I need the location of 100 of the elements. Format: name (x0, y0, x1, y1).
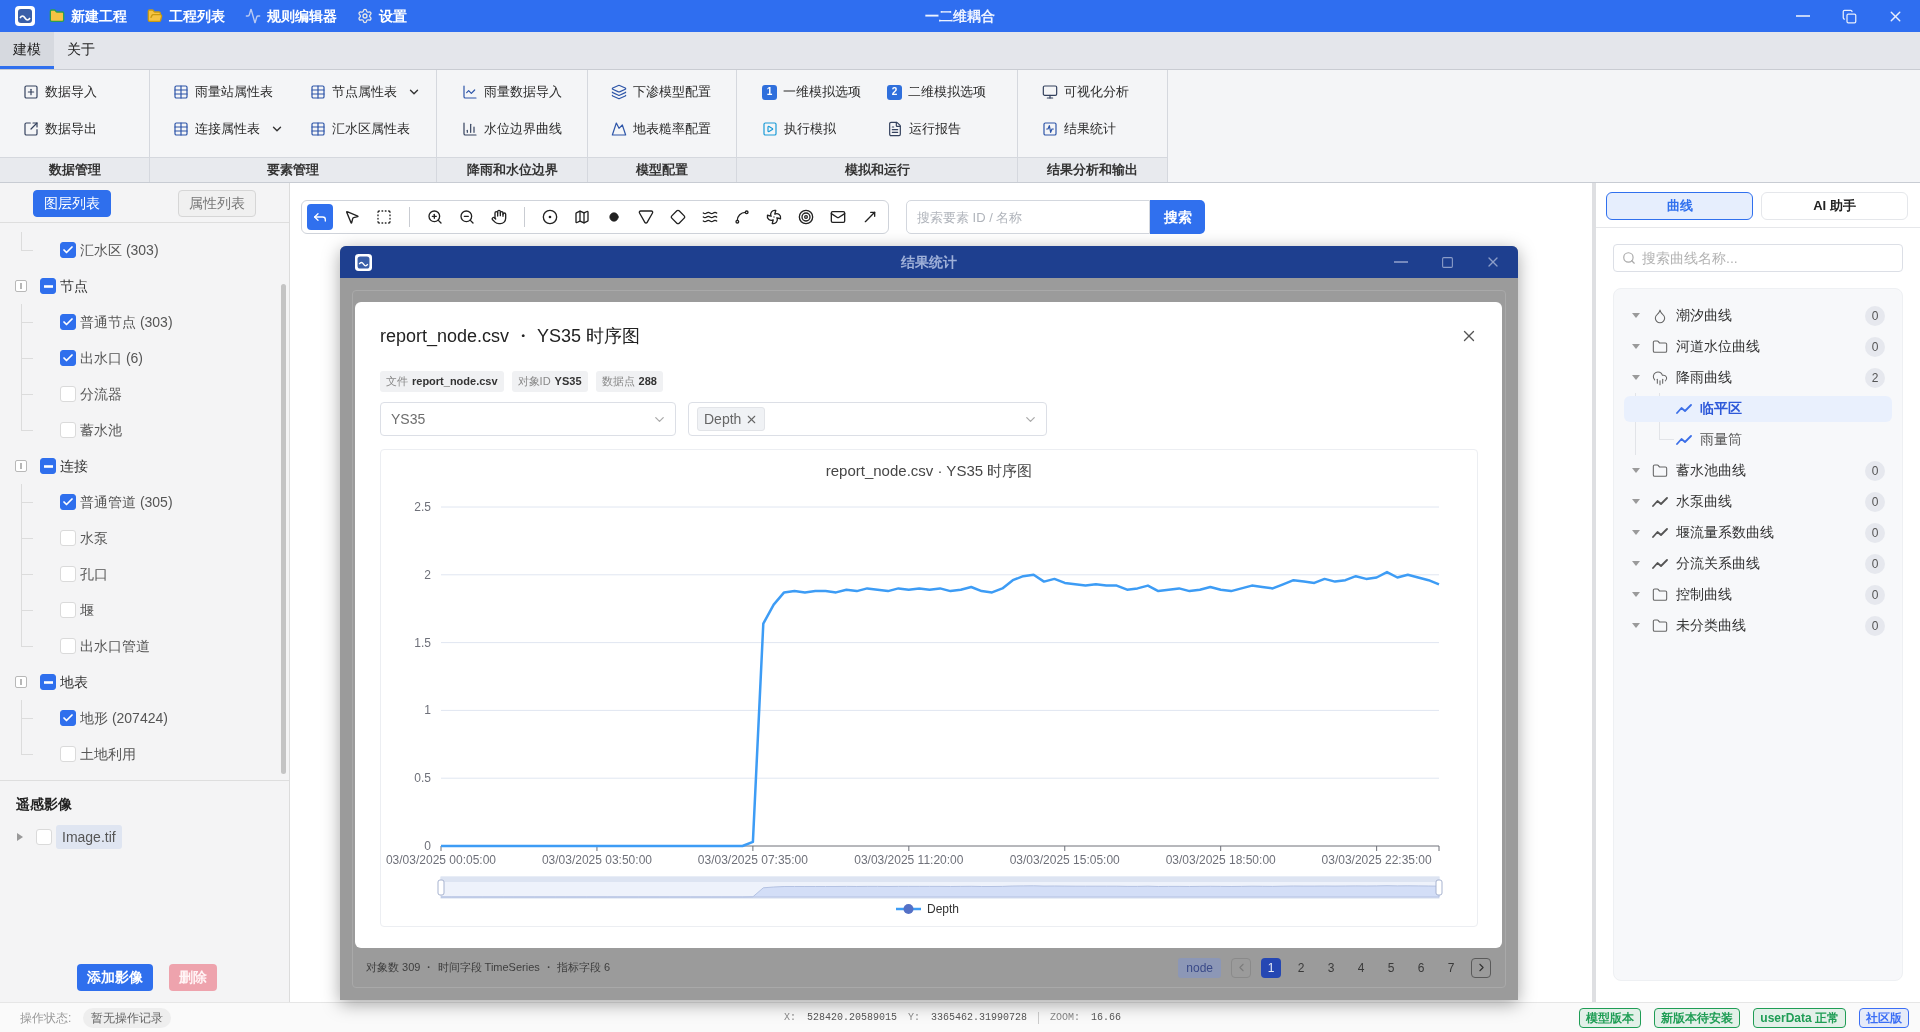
search-field[interactable]: 搜索曲线名称... (1613, 244, 1903, 272)
diamond-icon (670, 209, 686, 225)
axis-label: 0 (424, 839, 431, 853)
check-icon (62, 352, 74, 364)
menu-button[interactable]: 新建工程 (49, 5, 127, 27)
meta-value: report_node.csv (412, 374, 498, 390)
minus-icon (43, 680, 53, 684)
pulse-square-icon (1042, 121, 1058, 137)
checkbox[interactable] (40, 278, 56, 294)
ribbon-button[interactable]: 2 二维模拟选项 (887, 78, 986, 106)
ribbon-group-title: 结果分析和输出 (1018, 157, 1167, 182)
menu-button[interactable]: 工程列表 (147, 5, 225, 27)
curve-group[interactable]: 堰流量系数曲线 0 (1614, 517, 1902, 548)
checkbox[interactable] (40, 458, 56, 474)
curve-group[interactable]: 未分类曲线 0 (1614, 610, 1902, 641)
ribbon-button[interactable]: 下渗模型配置 (611, 78, 711, 106)
checkbox[interactable] (60, 350, 76, 366)
ribbon-button[interactable]: 可视化分析 (1042, 78, 1129, 106)
caret-down-icon (1632, 468, 1640, 473)
checkbox[interactable] (60, 494, 76, 510)
caret-down-icon (1632, 499, 1640, 504)
ribbon-button[interactable]: 雨量站属性表 (173, 78, 284, 106)
restore-icon (1841, 8, 1857, 24)
tree-toggle-icon[interactable] (15, 280, 27, 292)
menu-tab[interactable]: 建模 (0, 32, 54, 69)
page-button[interactable]: 5 (1381, 957, 1401, 978)
panel-tab[interactable]: 曲线 (1606, 192, 1753, 220)
window-title: 结果统计 (901, 252, 957, 272)
caret-right-icon[interactable] (17, 833, 23, 841)
summary-text: 对象数 309 ・ 时间字段 TimeSeries ・ 指标字段 6 (366, 960, 611, 976)
ribbon-button[interactable]: 结果统计 (1042, 115, 1129, 143)
curve-group[interactable]: 蓄水池曲线 0 (1614, 455, 1902, 486)
data-zoom-slider[interactable] (437, 876, 1443, 899)
object-select[interactable]: YS35 (380, 402, 676, 436)
page-button[interactable]: 3 (1321, 957, 1341, 978)
status-tag: 社区版 (1859, 1007, 1909, 1028)
ribbon-button[interactable]: 地表糙率配置 (611, 115, 711, 143)
item-count: 0 (1865, 553, 1885, 574)
ribbon-button[interactable]: 水位边界曲线 (462, 115, 562, 143)
panel-tab[interactable]: 图层列表 (33, 190, 112, 217)
curve-group[interactable]: 河道水位曲线 0 (1614, 331, 1902, 362)
checkbox[interactable] (60, 242, 76, 258)
mountain-icon (611, 121, 627, 137)
ribbon-button[interactable]: 1 一维模拟选项 (762, 78, 861, 106)
ribbon-button[interactable]: 雨量数据导入 (462, 78, 562, 106)
ribbon-button[interactable]: 汇水区属性表 (310, 115, 421, 143)
caret-down-icon (1632, 623, 1640, 628)
add-button[interactable]: 添加影像 (76, 964, 153, 991)
ribbon-button[interactable]: 执行模拟 (762, 115, 861, 143)
menu-button[interactable]: 规则编辑器 (245, 5, 337, 27)
ribbon-button[interactable]: 数据导入 (23, 78, 97, 106)
trend-line-icon (1652, 496, 1668, 507)
page-button[interactable]: 4 (1351, 957, 1371, 978)
ribbon-button[interactable]: 数据导出 (23, 115, 97, 143)
search-button[interactable]: 搜索 (1150, 200, 1205, 234)
settings-icon (357, 8, 373, 24)
checkbox[interactable] (60, 710, 76, 726)
curve-group[interactable]: 分流关系曲线 0 (1614, 548, 1902, 579)
folder-icon (1652, 338, 1668, 355)
metric-tag[interactable]: Depth (697, 407, 766, 431)
item-count: 2 (1865, 367, 1885, 388)
ribbon-group-title: 降雨和水位边界 (437, 157, 587, 182)
page-button[interactable]: 7 (1441, 957, 1461, 978)
ribbon-button[interactable]: 节点属性表 (310, 78, 421, 106)
dashed-square-icon (376, 209, 392, 225)
curve-group[interactable]: 潮汐曲线 0 (1614, 300, 1902, 331)
triangle-icon (638, 209, 654, 225)
panel-tab[interactable]: AI 助手 (1761, 192, 1908, 220)
item-count: 0 (1865, 305, 1885, 326)
legend-line-icon (896, 904, 921, 914)
layer-label: 堰 (80, 600, 94, 620)
table-icon (173, 84, 189, 100)
panel-tab[interactable]: 属性列表 (177, 190, 256, 217)
dot-icon (609, 212, 619, 222)
search-field[interactable]: 搜索要素 ID / 名称 (906, 200, 1150, 234)
layer-label: 地形 (207424) (80, 708, 168, 728)
pointer-icon (344, 209, 360, 225)
page-button[interactable]: 1 (1261, 957, 1281, 978)
page-button[interactable]: 6 (1411, 957, 1431, 978)
curve-item[interactable]: 临平区 (1624, 395, 1892, 422)
curve-group[interactable]: 控制曲线 0 (1614, 579, 1902, 610)
menu-button[interactable]: 设置 (357, 5, 407, 27)
coordinate-label: X: (784, 1011, 796, 1025)
next-page-button[interactable] (1471, 957, 1491, 978)
curve-group[interactable]: 降雨曲线 2 (1614, 362, 1902, 393)
app-logo-icon (355, 253, 372, 271)
curve-item[interactable]: 雨量筒 (1624, 426, 1892, 453)
metric-select[interactable]: Depth (688, 402, 1047, 436)
rain-cloud-icon (1652, 369, 1668, 386)
ribbon-button[interactable]: 运行报告 (887, 115, 986, 143)
ribbon-button[interactable]: 连接属性表 (173, 115, 284, 143)
curve-group[interactable]: 水泵曲线 0 (1614, 486, 1902, 517)
menu-tab[interactable]: 关于 (54, 32, 108, 69)
axis-label: 03/03/2025 00:05:00 (385, 853, 497, 867)
tree-toggle-icon[interactable] (15, 676, 27, 688)
checkbox[interactable] (40, 674, 56, 690)
caret-down-icon (1632, 375, 1640, 380)
tree-toggle-icon[interactable] (15, 460, 27, 472)
page-button[interactable]: 2 (1291, 957, 1311, 978)
checkbox[interactable] (60, 314, 76, 330)
